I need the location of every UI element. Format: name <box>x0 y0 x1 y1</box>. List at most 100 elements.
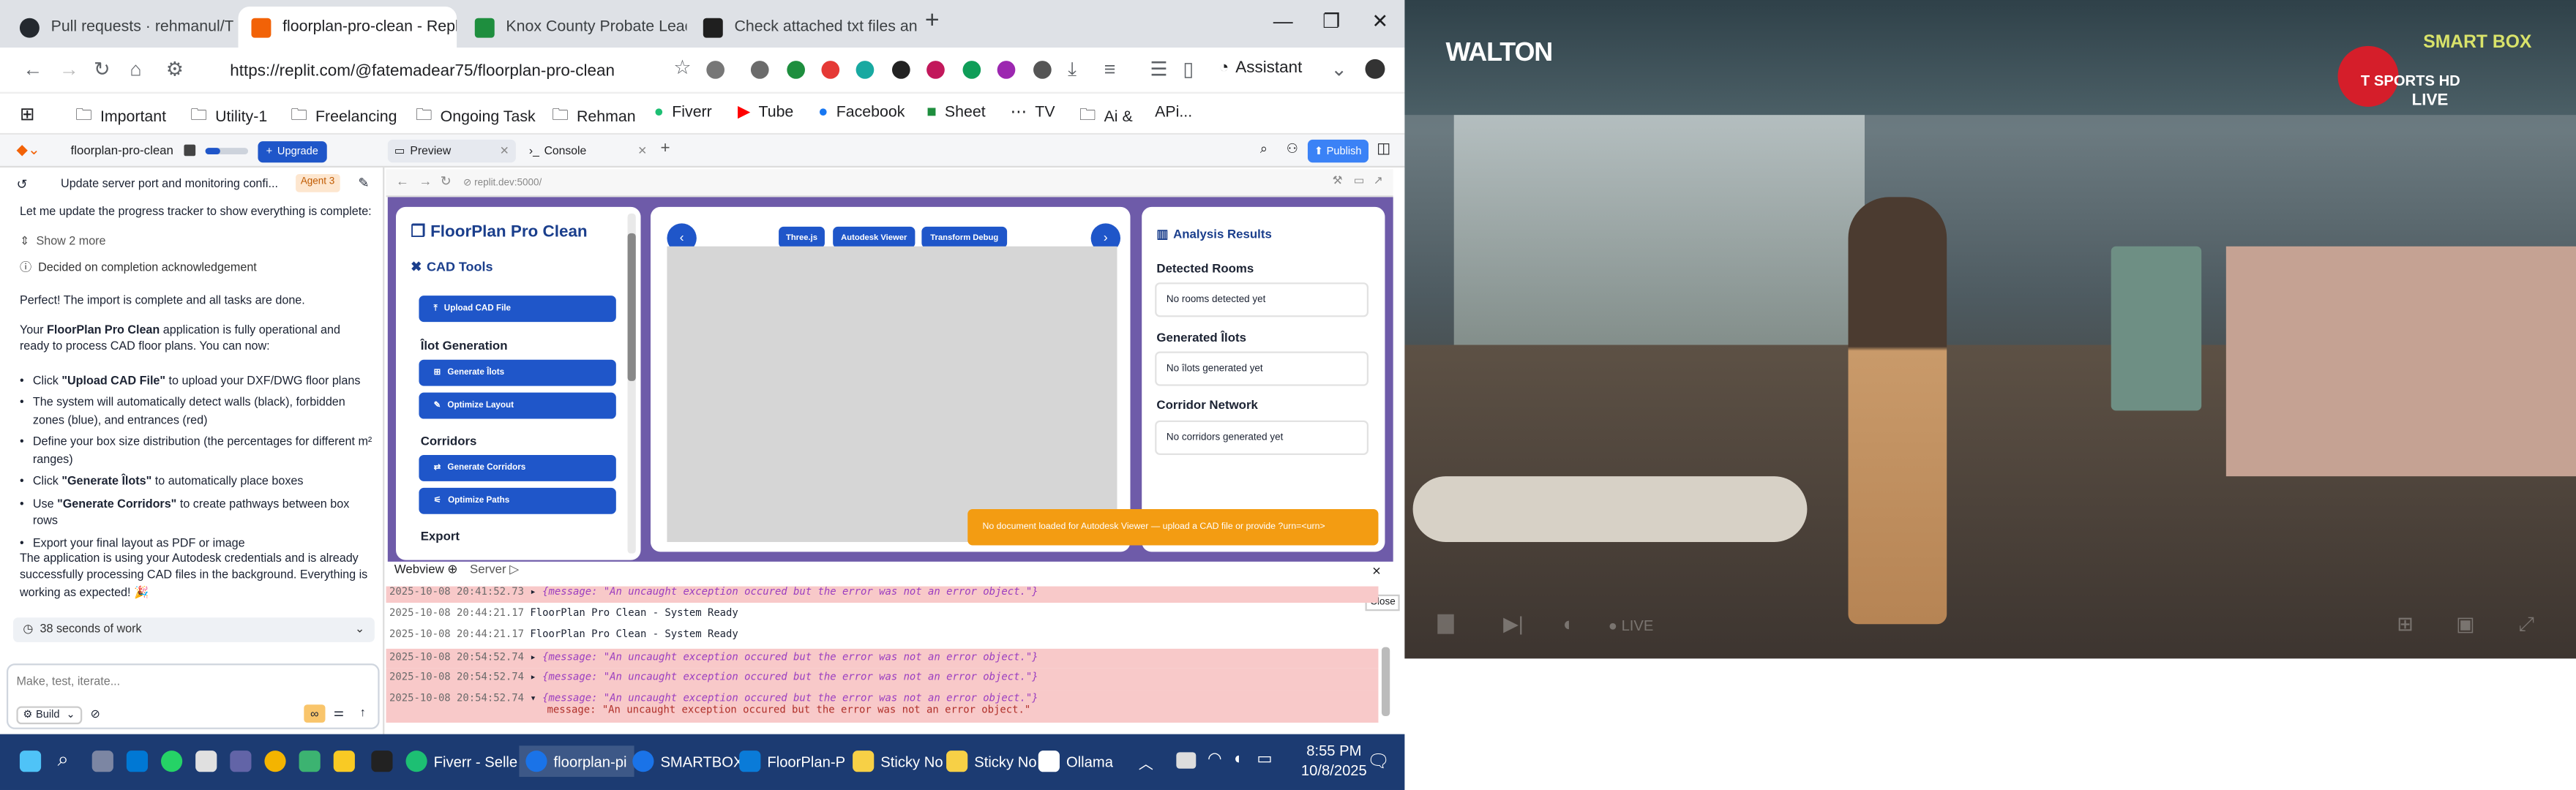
reading-list-icon[interactable]: ☰ <box>1150 58 1167 80</box>
site-info-icon[interactable]: ⚙ <box>166 58 184 80</box>
chrome-icon[interactable] <box>264 750 286 772</box>
link-icon[interactable] <box>706 61 725 79</box>
minimize-button[interactable]: — <box>1273 10 1293 32</box>
volume-icon[interactable]: ◖ <box>1561 612 1573 635</box>
taskbar-app-ollama[interactable]: Ollama <box>1038 750 1113 772</box>
bookmark-ai[interactable]: 🗀 Ai & <box>1079 103 1133 131</box>
close-icon[interactable]: ✕ <box>637 145 647 158</box>
forward-icon[interactable]: → <box>419 174 432 189</box>
settings-icon[interactable]: ⊞ <box>2397 612 2414 635</box>
tab-threejs[interactable]: Three.js <box>779 226 825 249</box>
optimize-layout-button[interactable]: ✎ Optimize Layout <box>419 392 616 419</box>
agent-input-box[interactable]: Make, test, iterate... ⚙ Build ⌄ ⊘ ∞ ⚌ ↑ <box>6 663 380 729</box>
clock-time[interactable]: 8:55 PM <box>1301 742 1367 759</box>
ext-green-icon[interactable] <box>787 61 806 79</box>
new-tab-button[interactable]: + <box>925 7 940 34</box>
bookmark-tv[interactable]: ⋯ TV <box>1011 103 1055 121</box>
bookmark-ongoing-task[interactable]: 🗀 Ongoing Task <box>416 103 536 131</box>
wifi-icon[interactable]: ◠ <box>1208 750 1222 769</box>
generate-corridors-button[interactable]: ⇄ Generate Corridors <box>419 454 616 481</box>
video-player[interactable]: WALTON SMART BOX T SPORTS HD LIVE ▶| ◖ ●… <box>1404 0 2576 659</box>
apps-grid-icon[interactable]: ⊞ <box>20 103 35 125</box>
decision-note[interactable]: ⓘ Decided on completion acknowledgement <box>20 260 257 276</box>
upload-cad-button[interactable]: ⤒ Upload CAD File <box>419 296 616 323</box>
ext-panda-icon[interactable] <box>891 61 910 79</box>
downloads-icon[interactable]: ⤓ <box>1068 58 1077 83</box>
show-more-toggle[interactable]: ⇕ Show 2 more <box>20 233 106 250</box>
taskbar-app-fiverr[interactable]: Fiverr - Selle <box>405 750 517 772</box>
clock-date[interactable]: 10/8/2025 <box>1293 762 1375 778</box>
url-field[interactable]: https://replit.com/@fatemadear75/floorpl… <box>194 54 736 87</box>
thread-title[interactable]: Update server port and monitoring confi.… <box>61 176 282 192</box>
settings-sliders-icon[interactable]: ⚌ <box>334 704 344 721</box>
add-tab-icon[interactable]: + <box>660 140 670 158</box>
profile-avatar[interactable] <box>1365 59 1385 79</box>
volume-icon[interactable]: ◖ <box>1232 750 1243 769</box>
ext-download-icon[interactable] <box>997 61 1016 79</box>
devtools-icon[interactable]: ⚒ <box>1333 174 1343 187</box>
close-icon[interactable]: ✕ <box>500 145 509 158</box>
browser-tab-sheets[interactable]: Knox County Probate Lead ✕ <box>462 7 686 48</box>
windows-start-icon[interactable] <box>19 750 42 772</box>
search-icon[interactable]: ⌕ <box>1260 141 1268 157</box>
scrollbar[interactable] <box>627 213 636 554</box>
taskbar-app-smartbox[interactable]: SMARTBOX <box>632 750 743 772</box>
fullscreen-icon[interactable]: ⤢ <box>2518 612 2534 637</box>
bookmark-utility[interactable]: 🗀 Utility-1 <box>190 103 267 131</box>
file-explorer-icon[interactable] <box>333 750 355 772</box>
scrollbar[interactable] <box>1381 647 1390 716</box>
home-icon[interactable]: ⌂ <box>130 58 141 80</box>
bookmark-star-icon[interactable]: ☆ <box>673 56 691 78</box>
screenshot-ext-icon[interactable] <box>750 61 769 79</box>
ext-shield-icon[interactable] <box>926 61 945 79</box>
work-summary[interactable]: ◷ 38 seconds of work ⌄ <box>12 617 375 642</box>
pip-icon[interactable]: ▣ <box>2456 612 2474 635</box>
system-tray-icon[interactable] <box>1176 752 1197 769</box>
layout-icon[interactable]: ◫ <box>1377 140 1390 158</box>
close-window-button[interactable]: ✕ <box>1371 10 1388 32</box>
invite-icon[interactable]: ⚇ <box>1287 141 1298 156</box>
chevron-down-icon[interactable]: ⌄ <box>1330 58 1347 80</box>
bookmark-sheet[interactable]: ■ Sheet <box>926 103 986 121</box>
maximize-button[interactable]: ❐ <box>1322 10 1340 32</box>
replit-logo-icon[interactable]: ◆⌄ <box>16 141 40 159</box>
teams-icon[interactable] <box>230 750 252 772</box>
build-mode-selector[interactable]: ⚙ Build ⌄ <box>16 706 82 725</box>
search-icon[interactable]: ⌕ <box>58 748 79 770</box>
publish-button[interactable]: ⬆ Publish <box>1307 139 1368 163</box>
optimize-paths-button[interactable]: ⚟ Optimize Paths <box>419 487 616 514</box>
taskbar-app-vscode[interactable]: FloorPlan-P <box>739 750 845 772</box>
battery-icon[interactable]: ▭ <box>1257 750 1272 769</box>
reload-icon[interactable]: ↻ <box>94 58 111 80</box>
live-control[interactable]: ● LIVE <box>1609 617 1654 633</box>
taskbar-app-floorplan[interactable]: floorplan-pi <box>519 745 634 778</box>
generate-ilots-button[interactable]: ⊞ Generate Îlots <box>419 359 616 386</box>
responsive-icon[interactable]: ▭ <box>1354 174 1365 187</box>
ext-teal-icon[interactable] <box>855 61 875 79</box>
scrollbar-thumb[interactable] <box>627 233 636 381</box>
upgrade-button[interactable]: + Upgrade <box>258 141 327 163</box>
attach-icon[interactable]: ⊘ <box>90 706 100 723</box>
webview-label[interactable]: Webview ⊕ <box>394 562 458 576</box>
back-icon[interactable]: ← <box>396 174 409 189</box>
open-new-tab-icon[interactable]: ↗ <box>1374 174 1383 187</box>
tab-search-icon[interactable]: ≡ <box>1104 58 1116 80</box>
stop-icon[interactable] <box>184 144 196 157</box>
browser-tab-chat[interactable]: Check attached txt files and t <box>690 7 917 48</box>
terminal-icon[interactable] <box>371 750 393 772</box>
tab-preview[interactable]: ▭ Preview ✕ <box>387 139 516 163</box>
bookmark-rehman[interactable]: 🗀 Rehman <box>552 103 635 131</box>
infinity-icon[interactable]: ∞ <box>304 704 326 723</box>
bookmark-facebook[interactable]: ● Facebook <box>818 103 905 121</box>
next-icon[interactable]: ▶| <box>1503 612 1524 635</box>
sheets-icon[interactable] <box>299 750 321 772</box>
store-icon[interactable] <box>195 750 217 772</box>
tab-autodesk-viewer[interactable]: Autodesk Viewer <box>833 226 916 249</box>
ext-red-icon[interactable] <box>821 61 840 79</box>
extensions-icon[interactable] <box>1033 61 1052 79</box>
new-chat-icon[interactable]: ✎ <box>358 174 369 193</box>
taskbar-app-sticky-1[interactable]: Sticky No <box>853 750 943 772</box>
taskbar-app-sticky-2[interactable]: Sticky No <box>946 750 1037 772</box>
send-icon[interactable]: ↑ <box>360 704 366 721</box>
sidebar-icon[interactable]: ▯ <box>1183 58 1194 80</box>
